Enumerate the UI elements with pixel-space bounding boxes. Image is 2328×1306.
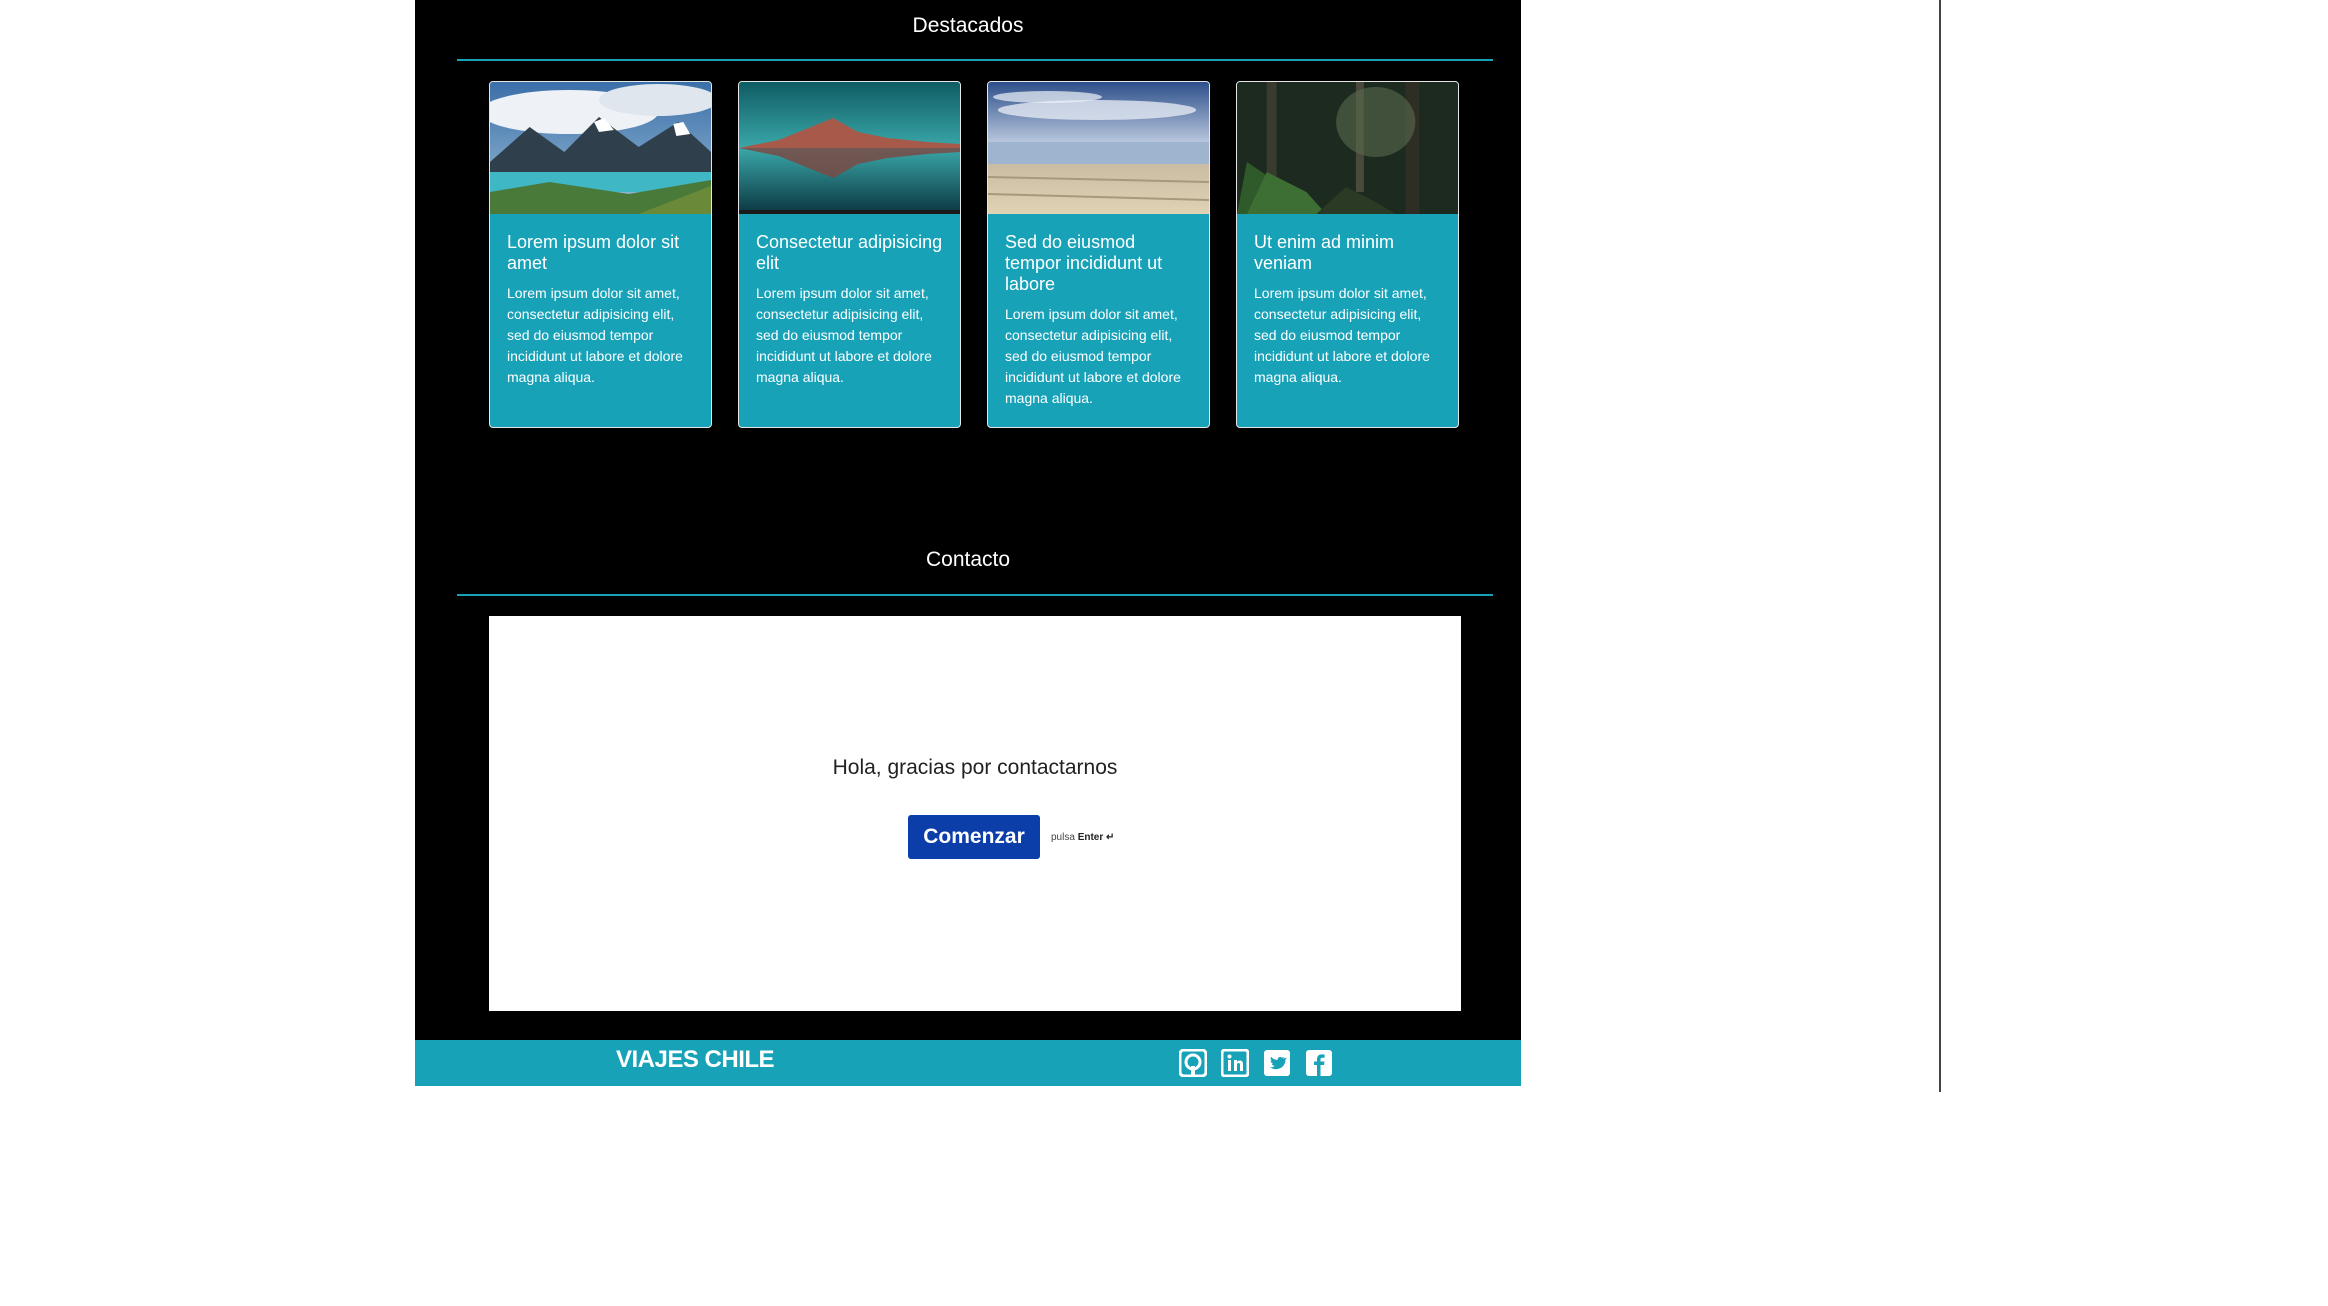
card-text: Lorem ipsum dolor sit amet, consectetur …: [756, 285, 932, 385]
contact-divider: [457, 594, 1493, 596]
footer: VIAJES CHILE: [415, 1040, 1521, 1086]
featured-card-3[interactable]: Sed do eiusmod tempor incididunt ut labo…: [987, 81, 1210, 428]
card-image-volcano-reflection: [739, 82, 960, 214]
page-container: Destacados Lorem ipsum dolor sit amet Lo…: [415, 0, 1521, 1086]
twitter-icon[interactable]: [1263, 1049, 1291, 1077]
contact-greeting: Hola, gracias por contactarnos: [832, 756, 1118, 779]
card-text: Lorem ipsum dolor sit amet, consectetur …: [507, 285, 683, 385]
featured-divider: [457, 59, 1493, 61]
card-title: Consectetur adipisicing elit: [756, 232, 943, 273]
card-title: Ut enim ad minim veniam: [1254, 232, 1395, 273]
hint-prefix: pulsa: [1051, 832, 1075, 843]
card-title: Sed do eiusmod tempor incididunt ut labo…: [1005, 232, 1163, 294]
card-title: Lorem ipsum dolor sit amet: [507, 232, 680, 273]
featured-card-4[interactable]: Ut enim ad minim veniam Lorem ipsum dolo…: [1236, 81, 1459, 428]
github-icon[interactable]: [1179, 1049, 1207, 1077]
card-text: Lorem ipsum dolor sit amet, consectetur …: [1005, 306, 1181, 406]
footer-brand: VIAJES CHILE: [616, 1046, 775, 1073]
enter-hint: pulsa Enter ↵: [1051, 832, 1114, 843]
start-button[interactable]: Comenzar: [908, 815, 1040, 859]
featured-card-1[interactable]: Lorem ipsum dolor sit amet Lorem ipsum d…: [489, 81, 712, 428]
card-image-salt-flat: [988, 82, 1209, 214]
linkedin-icon[interactable]: [1221, 1049, 1249, 1077]
facebook-icon[interactable]: [1305, 1049, 1333, 1077]
viewport-divider: [1939, 0, 1941, 1092]
contact-title: Contacto: [925, 548, 1011, 571]
featured-title: Destacados: [912, 14, 1024, 37]
hint-key: Enter ↵: [1077, 832, 1115, 843]
card-image-forest-trail: [1237, 82, 1458, 214]
card-image-mountains-lake: [490, 82, 711, 214]
featured-card-2[interactable]: Consectetur adipisicing elit Lorem ipsum…: [738, 81, 961, 428]
contact-form-embed: Hola, gracias por contactarnos Comenzar …: [489, 616, 1461, 1011]
card-text: Lorem ipsum dolor sit amet, consectetur …: [1254, 285, 1430, 385]
